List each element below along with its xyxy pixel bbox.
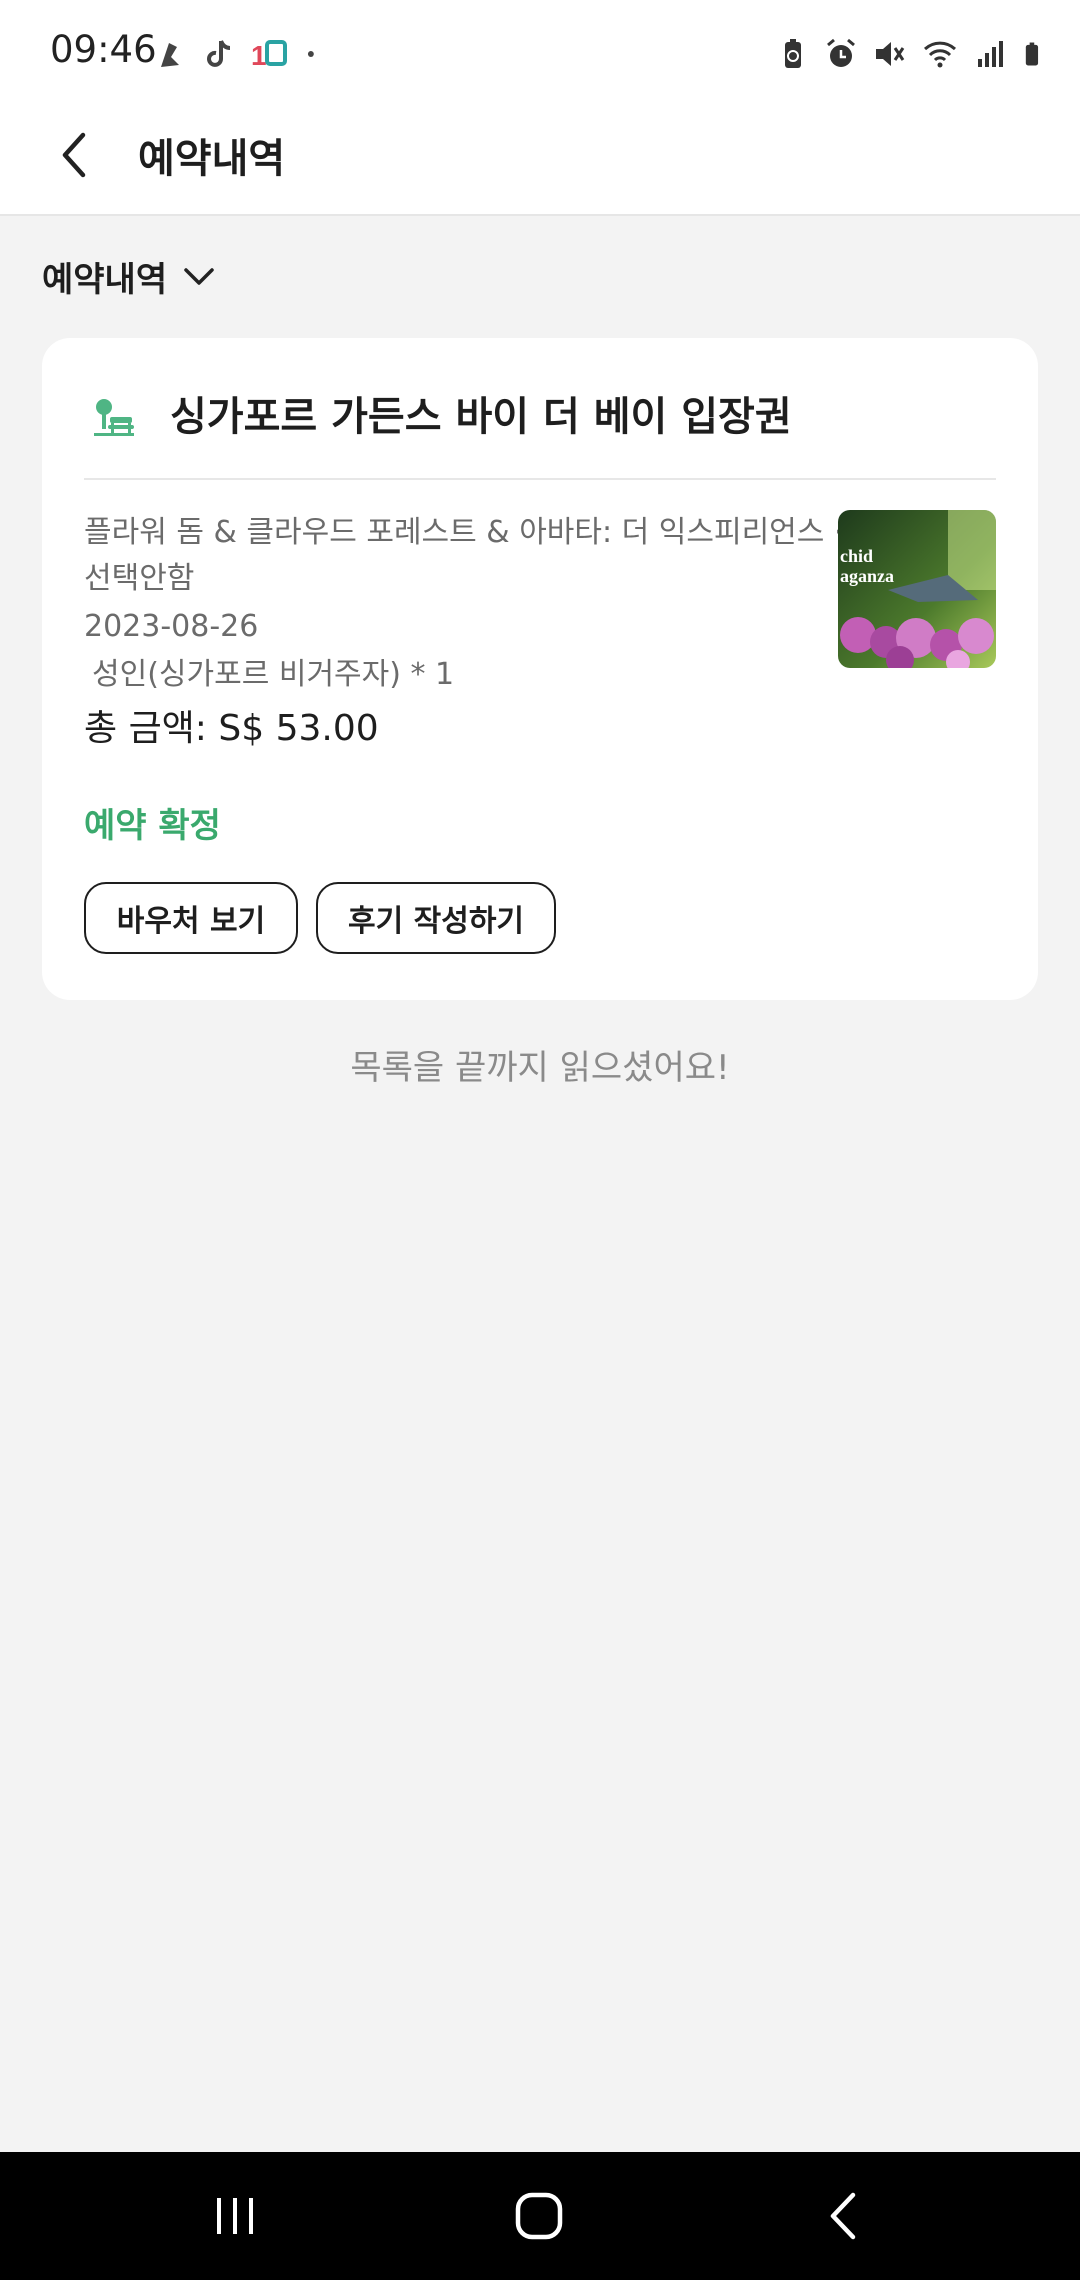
signal-icon — [978, 41, 1003, 67]
booking-date: 2023-08-26 — [84, 609, 259, 644]
status-left-icons: 1 — [155, 30, 325, 78]
booking-filter-dropdown[interactable]: 예약내역 — [42, 248, 215, 304]
svg-text:1: 1 — [251, 40, 267, 71]
battery-saver-icon — [785, 39, 801, 68]
product-description: 플라워 돔 & 클라우드 포레스트 & 아바타: 더 익스피리언스 · 선택안함 — [84, 515, 844, 596]
booking-total: 총 금액: S$ 53.00 — [84, 708, 379, 749]
status-right-icons — [776, 30, 1048, 78]
back-button[interactable] — [44, 120, 104, 190]
booking-card[interactable]: 싱가포르 가든스 바이 더 베이 입장권 플라워 돔 & 클라우드 포레스트 &… — [42, 338, 1038, 1000]
status-time: 09:46 — [50, 28, 157, 71]
page-title: 예약내역 — [138, 136, 286, 182]
svg-text:aganza: aganza — [840, 566, 894, 586]
list-end-message: 목록을 끝까지 읽으셨어요! — [350, 1048, 730, 1088]
recent-apps-icon — [217, 2198, 253, 2234]
back-icon — [830, 2192, 856, 2240]
booking-status: 예약 확정 — [84, 806, 221, 846]
tiktok-icon — [207, 40, 231, 67]
alarm-icon — [827, 38, 855, 67]
home-button[interactable] — [509, 2186, 569, 2246]
music-app-icon — [161, 43, 179, 67]
chevron-down-icon — [184, 268, 214, 285]
write-review-button[interactable]: 후기 작성하기 — [316, 882, 556, 954]
view-voucher-button[interactable]: 바우처 보기 — [84, 882, 298, 954]
divider — [84, 478, 996, 480]
app-header: 예약내역 — [0, 100, 1080, 216]
filter-label: 예약내역 — [42, 259, 168, 300]
battery-icon — [1025, 42, 1039, 66]
mute-icon — [876, 42, 905, 66]
booking-quantity: 성인(싱가포르 비거주자) * 1 — [92, 657, 455, 692]
dot-icon — [307, 51, 314, 57]
system-nav-bar — [0, 2152, 1080, 2280]
one-q-app-icon: 1 — [251, 40, 287, 71]
wifi-icon — [923, 41, 957, 68]
status-bar: 09:46 1 — [0, 0, 1080, 100]
svg-text:chid: chid — [840, 546, 873, 566]
chevron-left-icon — [62, 132, 86, 178]
product-thumbnail: chid aganza — [838, 510, 996, 668]
park-icon — [94, 399, 134, 436]
system-back-button[interactable] — [812, 2186, 872, 2246]
booking-title: 싱가포르 가든스 바이 더 베이 입장권 — [170, 394, 792, 440]
home-icon — [515, 2192, 563, 2240]
recent-apps-button[interactable] — [206, 2186, 266, 2246]
